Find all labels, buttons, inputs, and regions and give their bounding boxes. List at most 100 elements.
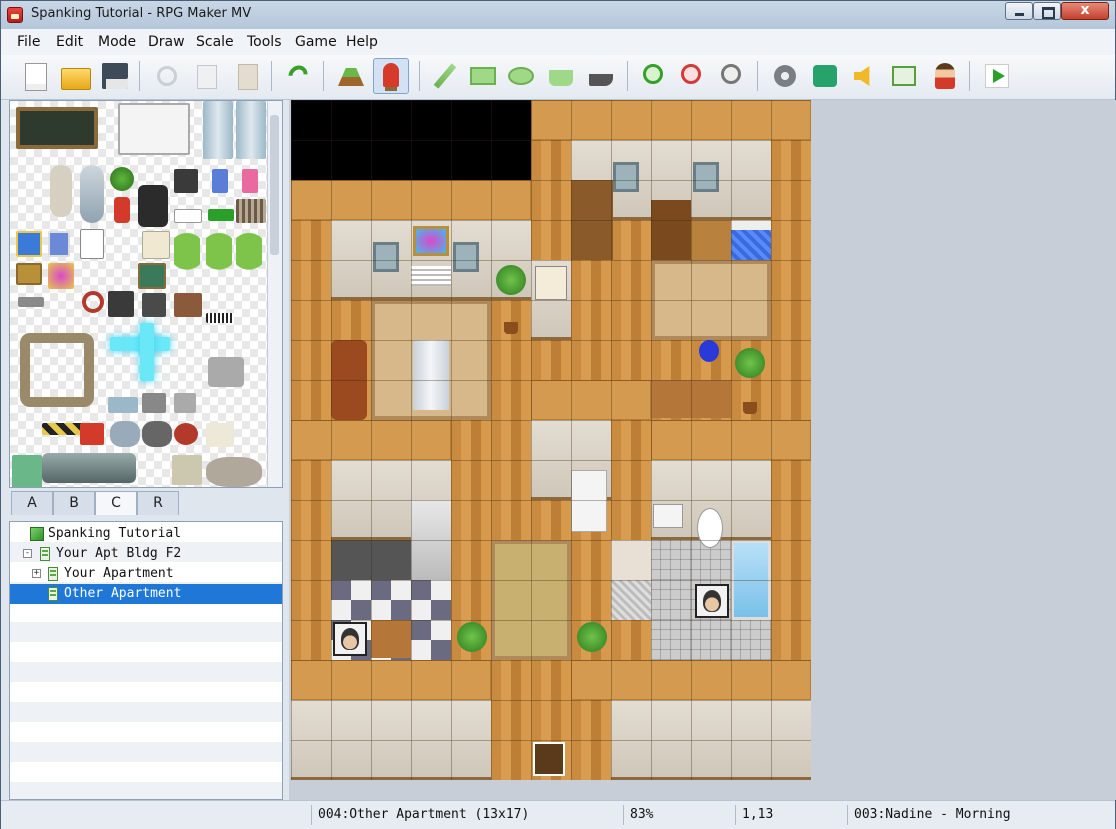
menu-draw[interactable]: Draw (148, 34, 185, 50)
expand-toggle[interactable]: + (32, 569, 41, 578)
tab-c[interactable]: C (95, 491, 137, 515)
extinguisher-tile[interactable] (114, 197, 130, 223)
curtain-tile-2[interactable] (236, 101, 266, 159)
tab-a[interactable]: A (11, 491, 53, 515)
x-barrier-tile[interactable] (80, 423, 104, 445)
tv-tile[interactable] (174, 169, 198, 193)
valve-tile[interactable] (82, 291, 104, 313)
exit-green-tile[interactable] (208, 209, 234, 221)
sign-female-tile[interactable] (242, 169, 258, 193)
zoom-in-button[interactable] (639, 60, 671, 92)
menu-edit[interactable]: Edit (56, 34, 83, 50)
event-mode-button[interactable] (373, 58, 409, 94)
tall-plant-tile-3[interactable] (236, 231, 262, 289)
curtain-tile[interactable] (203, 101, 233, 159)
event-character[interactable] (333, 622, 367, 656)
tile-palette[interactable] (9, 100, 283, 488)
undo-button[interactable] (283, 60, 315, 92)
panel-tile[interactable] (108, 397, 138, 413)
palette-scrollbar[interactable] (267, 101, 282, 487)
laser-vertical-tile[interactable] (140, 323, 154, 381)
save-project-button[interactable] (99, 60, 131, 92)
barcode-tile[interactable] (206, 313, 234, 323)
paste-button[interactable] (231, 60, 263, 92)
palette-scroll-thumb[interactable] (270, 115, 279, 255)
tab-r[interactable]: R (137, 491, 179, 515)
conveyor-tile[interactable] (42, 453, 136, 483)
calendar-tile[interactable] (80, 229, 104, 259)
playtest-button[interactable] (981, 60, 1013, 92)
event-nadine[interactable] (695, 584, 729, 618)
ac-unit-tile[interactable] (208, 357, 244, 387)
art-tile[interactable] (48, 263, 74, 289)
plugin-manager-button[interactable] (809, 60, 841, 92)
vent-tile[interactable] (236, 199, 266, 223)
frame-tile[interactable] (138, 263, 166, 289)
ellipse-button[interactable] (505, 60, 537, 92)
menu-file[interactable]: File (17, 34, 40, 50)
shadow-pen-button[interactable] (585, 60, 617, 92)
selection-cursor[interactable] (533, 742, 565, 776)
painting-tile[interactable] (16, 263, 42, 285)
open-project-button[interactable] (59, 60, 91, 92)
zoom-out-button[interactable] (677, 60, 709, 92)
menu-help[interactable]: Help (346, 34, 378, 50)
plant-tile[interactable] (110, 167, 134, 191)
papers-tile[interactable] (206, 423, 234, 447)
keypad-tile[interactable] (142, 393, 166, 413)
rubble-tile[interactable] (110, 421, 140, 447)
machine-tile[interactable] (108, 291, 134, 317)
pencil-button[interactable] (429, 60, 461, 92)
new-project-button[interactable] (19, 60, 51, 92)
minimize-button[interactable] (1005, 2, 1033, 20)
office-chair-tile[interactable] (138, 185, 168, 227)
map-tree[interactable]: Spanking Tutorial - Your Apt Bldg F2 + Y… (9, 521, 283, 800)
circuit-tile[interactable] (142, 293, 166, 317)
tall-plant-tile[interactable] (174, 231, 200, 289)
database-button[interactable] (769, 60, 801, 92)
rocks-tile[interactable] (142, 421, 172, 447)
debris-tile[interactable] (206, 457, 262, 487)
maximize-button[interactable] (1033, 2, 1061, 20)
tree-item-your-apartment[interactable]: + Your Apartment (10, 564, 282, 584)
character-generator-button[interactable] (929, 60, 961, 92)
tall-plant-tile-2[interactable] (206, 231, 232, 289)
copy-button[interactable] (191, 60, 223, 92)
tab-b[interactable]: B (53, 491, 95, 515)
actual-size-button[interactable] (717, 60, 749, 92)
character-icon (935, 63, 955, 89)
sign-male-tile[interactable] (212, 169, 228, 193)
close-button[interactable]: x (1061, 2, 1109, 20)
tree-item-your-apt-bldg-f2[interactable]: - Your Apt Bldg F2 (10, 544, 282, 564)
map-canvas[interactable] (291, 100, 811, 780)
cash-tile[interactable] (172, 455, 202, 485)
engine-tile[interactable] (174, 293, 202, 317)
menu-game[interactable]: Game (295, 34, 337, 50)
cut-button[interactable] (151, 60, 183, 92)
bench-tile[interactable] (118, 103, 190, 155)
skeleton-tile[interactable] (50, 165, 72, 217)
title-bar[interactable]: Spanking Tutorial - RPG Maker MV x (1, 1, 1115, 29)
calendar-big-tile[interactable] (142, 231, 170, 259)
map-mode-button[interactable] (335, 60, 367, 92)
tree-item-project[interactable]: Spanking Tutorial (10, 524, 282, 544)
blackboard-tile[interactable] (16, 107, 98, 149)
blood-tile[interactable] (174, 423, 198, 445)
sound-test-button[interactable] (849, 60, 881, 92)
pipe-loop-tile[interactable] (20, 333, 94, 407)
menu-tools[interactable]: Tools (247, 34, 282, 50)
flood-fill-button[interactable] (545, 60, 577, 92)
collapse-toggle[interactable]: - (23, 549, 32, 558)
pipe-tile[interactable] (18, 297, 44, 307)
rectangle-button[interactable] (467, 60, 499, 92)
capsule-tile[interactable] (80, 165, 104, 223)
poster-tile[interactable] (16, 231, 42, 257)
control-tile[interactable] (174, 393, 196, 413)
event-searcher-button[interactable] (889, 60, 921, 92)
exit-sign-tile[interactable] (174, 209, 202, 223)
tree-item-other-apartment[interactable]: Other Apartment (10, 584, 282, 604)
menu-scale[interactable]: Scale (196, 34, 234, 50)
menu-mode[interactable]: Mode (98, 34, 136, 50)
photo-tile[interactable] (48, 231, 70, 257)
green-box-tile[interactable] (12, 455, 42, 487)
